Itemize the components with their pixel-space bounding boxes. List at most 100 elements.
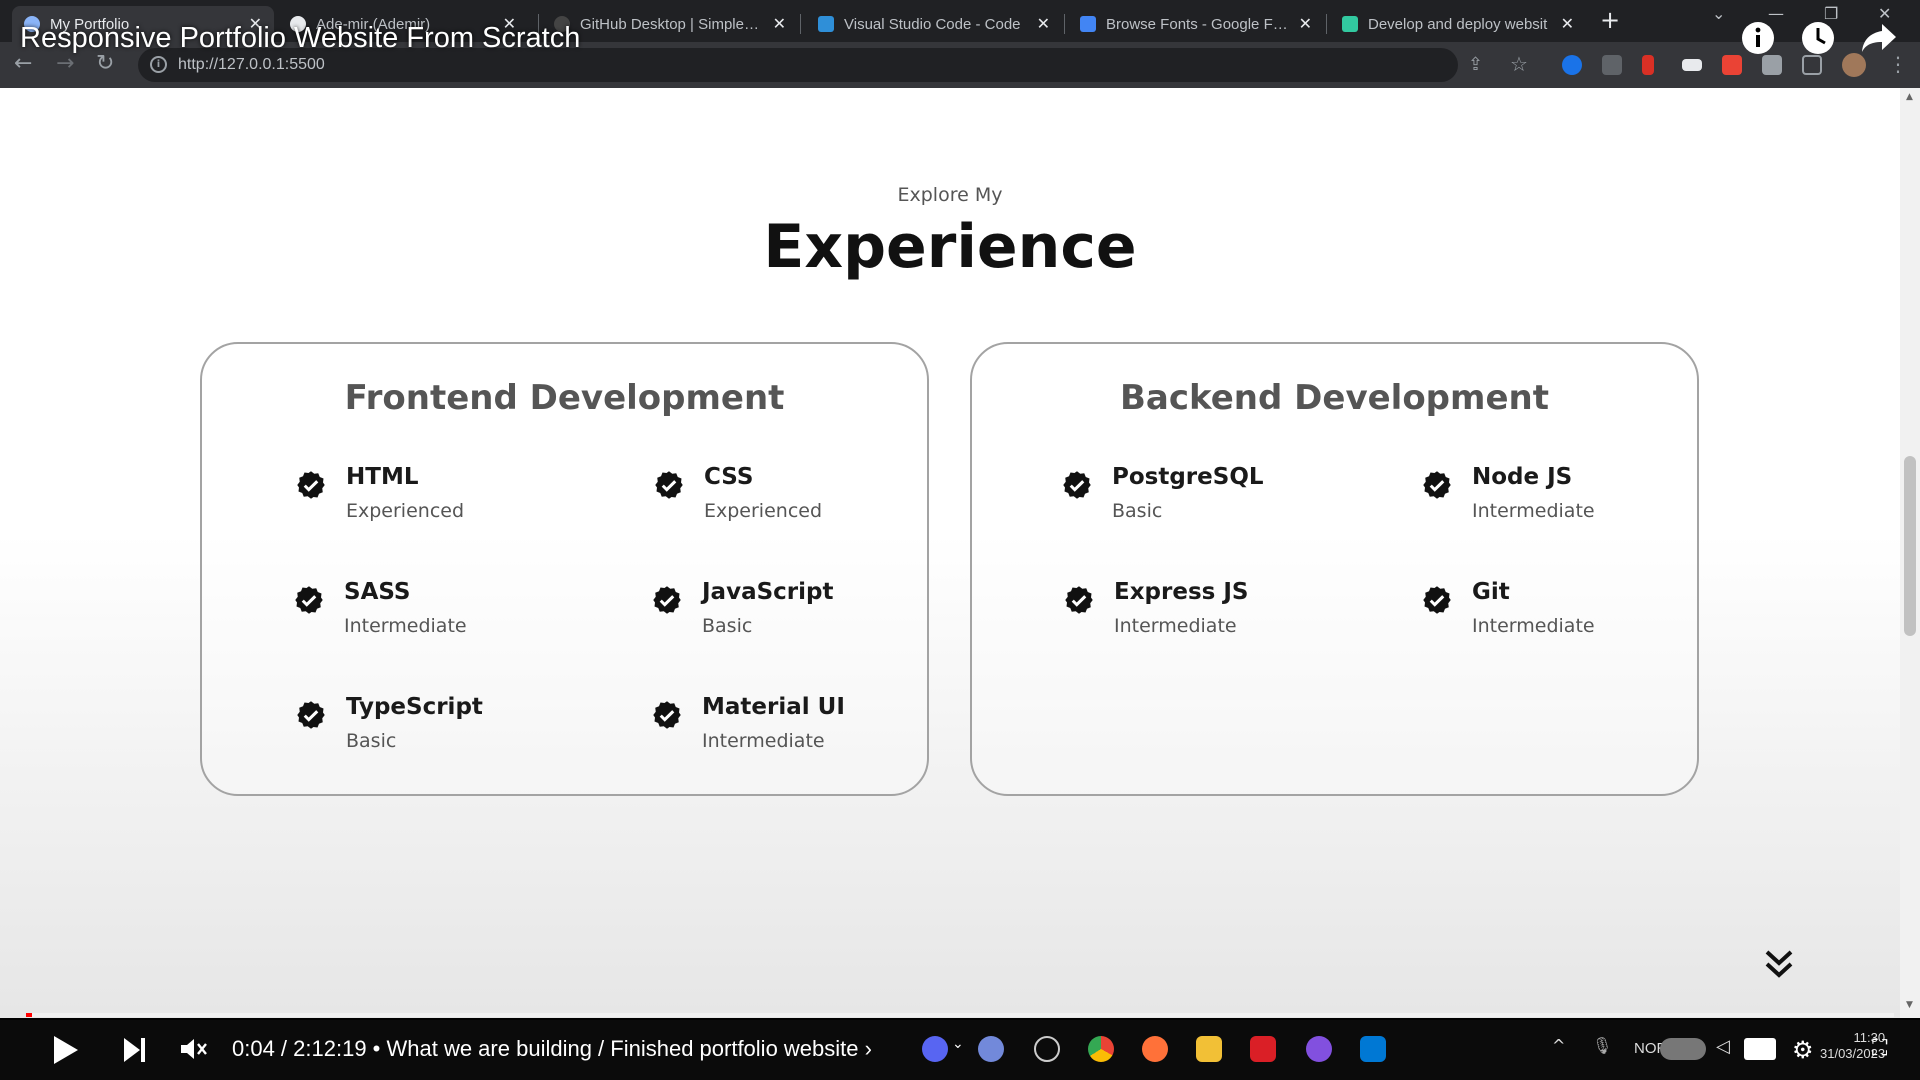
creative-cloud-icon[interactable] (1250, 1036, 1276, 1062)
reload-icon[interactable]: ↻ (96, 52, 114, 76)
scroll-down-icon[interactable]: ▼ (1906, 1000, 1913, 1010)
play-icon[interactable] (52, 1034, 80, 1066)
file-explorer-icon[interactable] (1196, 1036, 1222, 1062)
tab-vscode[interactable]: Visual Studio Code - Code ✕ (806, 6, 1062, 42)
skill-level: Intermediate (1472, 615, 1595, 637)
section-title: Experience (763, 212, 1137, 282)
next-icon[interactable] (122, 1034, 148, 1066)
check-badge-icon (653, 586, 681, 614)
avatar[interactable] (1842, 53, 1866, 77)
check-badge-icon (653, 701, 681, 729)
skill-level: Experienced (346, 500, 465, 522)
vscode-taskbar-icon[interactable] (1360, 1036, 1386, 1062)
close-icon[interactable]: ✕ (1299, 14, 1312, 34)
page-content: Explore My Experience Frontend Developme… (0, 88, 1920, 1018)
info-icon[interactable] (1740, 20, 1776, 56)
tab-label: GitHub Desktop | Simple co (580, 15, 763, 33)
skill-name: PostgreSQL (1112, 464, 1264, 490)
check-badge-icon (655, 471, 683, 499)
netlify-icon (1342, 16, 1358, 32)
progress-fill (26, 1013, 32, 1017)
bookmark-star-icon[interactable]: ☆ (1510, 52, 1528, 76)
skill-postgresql: PostgreSQL Basic (1062, 464, 1264, 522)
extension-icon-3[interactable] (1642, 55, 1654, 75)
vscode-icon (818, 16, 834, 32)
extension-icon-1[interactable] (1562, 55, 1582, 75)
forward-icon[interactable]: → (56, 52, 74, 76)
skill-name: HTML (346, 464, 419, 490)
volume-icon[interactable]: ◁ (1716, 1036, 1736, 1062)
tab-separator (800, 14, 801, 34)
close-icon[interactable]: ✕ (773, 14, 786, 34)
autoplay-toggle[interactable] (1660, 1038, 1706, 1060)
skill-name: JavaScript (702, 579, 834, 605)
microphone-icon[interactable]: 🎙 (1592, 1036, 1612, 1062)
skill-name: TypeScript (346, 694, 483, 720)
check-badge-icon (1423, 586, 1451, 614)
tab-label: Visual Studio Code - Code (844, 15, 1021, 33)
side-panel-icon[interactable] (1802, 55, 1822, 75)
time-text: 0:04 / 2:12:19 (232, 1036, 367, 1061)
extension-icon-5[interactable] (1722, 55, 1742, 75)
share-icon[interactable]: ⇪ (1468, 54, 1483, 75)
subtitles-icon[interactable] (1744, 1038, 1776, 1060)
tab-label: Browse Fonts - Google Fon (1106, 15, 1289, 33)
tab-github-desktop[interactable]: GitHub Desktop | Simple co ✕ (542, 6, 798, 42)
firefox-icon[interactable] (1142, 1036, 1168, 1062)
chrome-icon[interactable] (1088, 1036, 1114, 1062)
github-desktop-icon[interactable] (1306, 1036, 1332, 1062)
tab-google-fonts[interactable]: Browse Fonts - Google Fon ✕ (1068, 6, 1324, 42)
video-controls: 0:04 / 2:12:19 • What we are building / … (0, 1020, 1920, 1080)
skill-level: Basic (702, 615, 753, 637)
chat-icon[interactable] (978, 1036, 1004, 1062)
video-progress-bar[interactable] (26, 1013, 1894, 1017)
url-text: http://127.0.0.1:5500 (178, 56, 325, 73)
settings-gear-icon[interactable]: ⚙ (1792, 1036, 1818, 1064)
share-arrow-icon[interactable] (1860, 20, 1898, 56)
tab-search-icon[interactable]: ⌄ (1712, 4, 1725, 23)
scroll-down-arrow-icon[interactable] (1763, 948, 1795, 980)
skill-sass: SASS Intermediate (294, 579, 467, 637)
back-icon[interactable]: ← (14, 52, 32, 76)
skill-name: CSS (704, 464, 754, 490)
check-badge-icon (297, 471, 325, 499)
chapter-title[interactable]: • What we are building / Finished portfo… (367, 1036, 872, 1061)
mute-icon[interactable] (178, 1034, 208, 1064)
skill-git: Git Intermediate (1422, 579, 1595, 637)
backend-card: Backend Development PostgreSQL Basic Node… (970, 342, 1699, 796)
video-time: 0:04 / 2:12:19 • What we are building / … (232, 1036, 872, 1062)
frontend-card: Frontend Development HTML Experienced CSS… (200, 342, 929, 796)
chevron-down-icon[interactable]: ⌄ (952, 1036, 966, 1062)
site-info-icon[interactable]: i (150, 56, 167, 73)
skill-name: Express JS (1114, 579, 1249, 605)
fullscreen-icon[interactable]: ⛶ (1872, 1036, 1898, 1062)
skill-express-js: Express JS Intermediate (1064, 579, 1248, 637)
close-icon[interactable]: ✕ (1561, 14, 1574, 34)
extension-icon-4[interactable] (1682, 59, 1702, 71)
video-title[interactable]: Responsive Portfolio Website From Scratc… (20, 22, 580, 55)
skill-level: Experienced (704, 500, 823, 522)
puzzle-icon[interactable] (1762, 55, 1782, 75)
skill-javascript: JavaScript Basic (652, 579, 833, 637)
skill-level: Intermediate (1114, 615, 1237, 637)
discord-icon[interactable] (922, 1036, 948, 1062)
close-icon[interactable]: ✕ (1037, 14, 1050, 34)
tray-chevron-up-icon[interactable]: ^ (1552, 1036, 1568, 1062)
scrollbar-thumb[interactable] (1904, 456, 1916, 636)
skill-name: Git (1472, 579, 1510, 605)
page-scrollbar[interactable]: ▲ ▼ (1900, 88, 1920, 1018)
new-tab-button[interactable]: + (1600, 8, 1620, 32)
skill-name: Material UI (702, 694, 845, 720)
check-badge-icon (1065, 586, 1093, 614)
tab-netlify[interactable]: Develop and deploy websit ✕ (1330, 6, 1586, 42)
watch-later-icon[interactable] (1800, 20, 1836, 56)
skill-level: Intermediate (702, 730, 825, 752)
check-badge-icon (295, 586, 323, 614)
scroll-up-icon[interactable]: ▲ (1906, 92, 1913, 102)
skill-level: Basic (1112, 500, 1163, 522)
skill-level: Intermediate (344, 615, 467, 637)
extension-icon-2[interactable] (1602, 55, 1622, 75)
check-badge-icon (1423, 471, 1451, 499)
obs-icon[interactable] (1034, 1036, 1060, 1062)
skill-level: Intermediate (1472, 500, 1595, 522)
